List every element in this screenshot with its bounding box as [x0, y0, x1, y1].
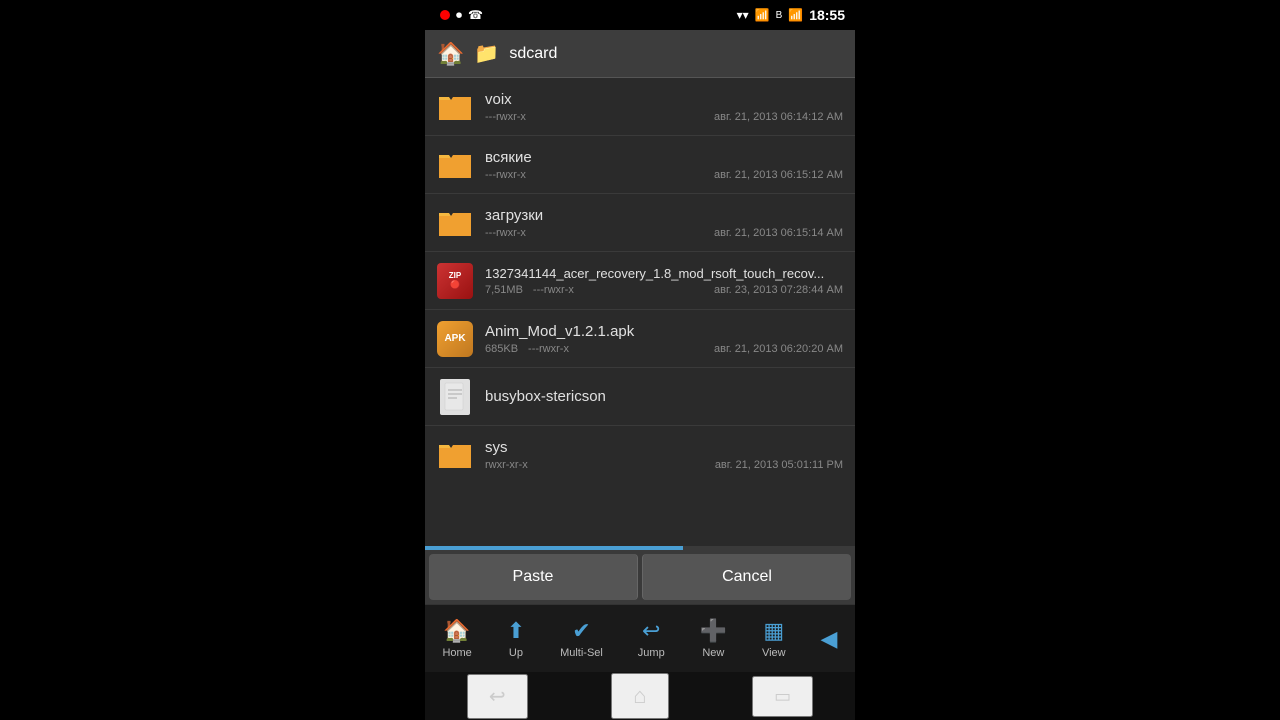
- record-indicator: [440, 10, 450, 20]
- new-nav-icon: ➕: [700, 618, 727, 644]
- nav-label-home: Home: [442, 647, 471, 659]
- recent-button[interactable]: ▭: [752, 676, 813, 717]
- file-name: 1327341144_acer_recovery_1.8_mod_rsoft_t…: [485, 266, 843, 281]
- status-icon-1: ⏺: [456, 8, 462, 23]
- home-nav-icon: 🏠: [443, 618, 470, 644]
- file-info: Anim_Mod_v1.2.1.apk 685KB ---rwxr-x авг.…: [485, 323, 843, 355]
- list-item[interactable]: busybox-stericson: [425, 368, 855, 426]
- file-perms: rwxr-xr-x: [485, 459, 528, 471]
- file-perms: ---rwxr-x: [485, 111, 526, 123]
- paste-button[interactable]: Paste: [429, 554, 638, 600]
- folder-icon: [437, 147, 473, 183]
- nav-item-new[interactable]: ➕ New: [694, 614, 733, 663]
- nav-item-jump[interactable]: ↩ Jump: [632, 614, 671, 663]
- file-date: авг. 21, 2013 06:20:20 AM: [714, 343, 843, 355]
- nav-item-view[interactable]: ▦ View: [756, 614, 792, 663]
- file-info: загрузки ---rwxr-x авг. 21, 2013 06:15:1…: [485, 207, 843, 239]
- file-perms: ---rwxr-x: [533, 284, 574, 296]
- file-size: 7,51MB: [485, 284, 523, 296]
- file-name: всякие: [485, 149, 843, 166]
- file-date: авг. 21, 2013 05:01:11 PM: [715, 459, 843, 471]
- folder-icon: [437, 437, 473, 473]
- apk-file-icon: APK: [437, 321, 473, 357]
- zip-file-icon: ZIP🔴: [437, 263, 473, 299]
- nav-item-home[interactable]: 🏠 Home: [436, 614, 477, 663]
- list-item[interactable]: voix ---rwxr-x авг. 21, 2013 06:14:12 AM: [425, 78, 855, 136]
- file-name: busybox-stericson: [485, 388, 843, 405]
- wifi-icon: ▾▾: [737, 8, 749, 22]
- file-size: 685KB: [485, 343, 518, 355]
- file-info: всякие ---rwxr-x авг. 21, 2013 06:15:12 …: [485, 149, 843, 181]
- list-item[interactable]: всякие ---rwxr-x авг. 21, 2013 06:15:12 …: [425, 136, 855, 194]
- home-button[interactable]: ⌂: [611, 673, 668, 719]
- file-info: busybox-stericson: [485, 388, 843, 405]
- signal-icon-1: 📶: [755, 8, 770, 22]
- file-date: авг. 21, 2013 06:15:14 AM: [714, 227, 843, 239]
- file-info: 1327341144_acer_recovery_1.8_mod_rsoft_t…: [485, 266, 843, 296]
- folder-icon: [437, 89, 473, 125]
- list-item[interactable]: sys rwxr-xr-x авг. 21, 2013 05:01:11 PM: [425, 426, 855, 484]
- file-name: загрузки: [485, 207, 843, 224]
- file-info: voix ---rwxr-x авг. 21, 2013 06:14:12 AM: [485, 91, 843, 123]
- status-icon-2: ☎: [468, 8, 483, 22]
- breadcrumb-path: sdcard: [509, 45, 557, 63]
- file-perms: ---rwxr-x: [528, 343, 569, 355]
- file-name: Anim_Mod_v1.2.1.apk: [485, 323, 843, 340]
- file-date: авг. 21, 2013 06:14:12 AM: [714, 111, 843, 123]
- list-item[interactable]: ZIP🔴 1327341144_acer_recovery_1.8_mod_rs…: [425, 252, 855, 310]
- file-info: sys rwxr-xr-x авг. 21, 2013 05:01:11 PM: [485, 439, 843, 471]
- signal-icon-2: 📶: [788, 8, 803, 22]
- list-item[interactable]: загрузки ---rwxr-x авг. 21, 2013 06:15:1…: [425, 194, 855, 252]
- generic-file-icon: [437, 379, 473, 415]
- nav-item-b[interactable]: ◀: [815, 622, 844, 656]
- up-nav-icon: ⬆: [507, 618, 525, 644]
- home-icon: 🏠: [437, 41, 464, 67]
- scroll-bar: [425, 546, 683, 550]
- nav-item-up[interactable]: ⬆ Up: [501, 614, 531, 663]
- file-perms: ---rwxr-x: [485, 169, 526, 181]
- scroll-indicator: [425, 546, 855, 550]
- nav-label-jump: Jump: [638, 647, 665, 659]
- nav-label-up: Up: [509, 647, 523, 659]
- b-nav-icon: ◀: [821, 626, 838, 652]
- bottom-nav: 🏠 Home ⬆ Up ✔ Multi-Sel ↩ Jump ➕ New ▦ V…: [425, 604, 855, 672]
- status-bar: ⏺ ☎ ▾▾ 📶 B 📶 18:55: [425, 0, 855, 30]
- title-bar: 🏠 📁 sdcard: [425, 30, 855, 78]
- list-item[interactable]: APK Anim_Mod_v1.2.1.apk 685KB ---rwxr-x …: [425, 310, 855, 368]
- breadcrumb-folder-icon: 📁: [474, 41, 499, 66]
- status-time: 18:55: [809, 7, 845, 23]
- nav-label-multisel: Multi-Sel: [560, 647, 603, 659]
- system-nav: ↩ ⌂ ▭: [425, 672, 855, 720]
- back-button[interactable]: ↩: [467, 674, 528, 719]
- file-date: авг. 23, 2013 07:28:44 AM: [714, 284, 843, 296]
- file-perms: ---rwxr-x: [485, 227, 526, 239]
- action-bar: Paste Cancel: [425, 550, 855, 604]
- file-list: voix ---rwxr-x авг. 21, 2013 06:14:12 AM…: [425, 78, 855, 546]
- jump-nav-icon: ↩: [642, 618, 660, 644]
- folder-icon: [437, 205, 473, 241]
- phone-frame: ⏺ ☎ ▾▾ 📶 B 📶 18:55 🏠 📁 sdcard voix: [425, 0, 855, 720]
- file-date: авг. 21, 2013 06:15:12 AM: [714, 169, 843, 181]
- signal-b-icon: B: [776, 10, 783, 21]
- view-nav-icon: ▦: [763, 618, 784, 644]
- nav-label-new: New: [702, 647, 724, 659]
- file-name: voix: [485, 91, 843, 108]
- nav-label-view: View: [762, 647, 786, 659]
- file-name: sys: [485, 439, 843, 456]
- nav-item-multisel[interactable]: ✔ Multi-Sel: [554, 614, 609, 663]
- multisel-nav-icon: ✔: [572, 618, 590, 644]
- cancel-button[interactable]: Cancel: [642, 554, 851, 600]
